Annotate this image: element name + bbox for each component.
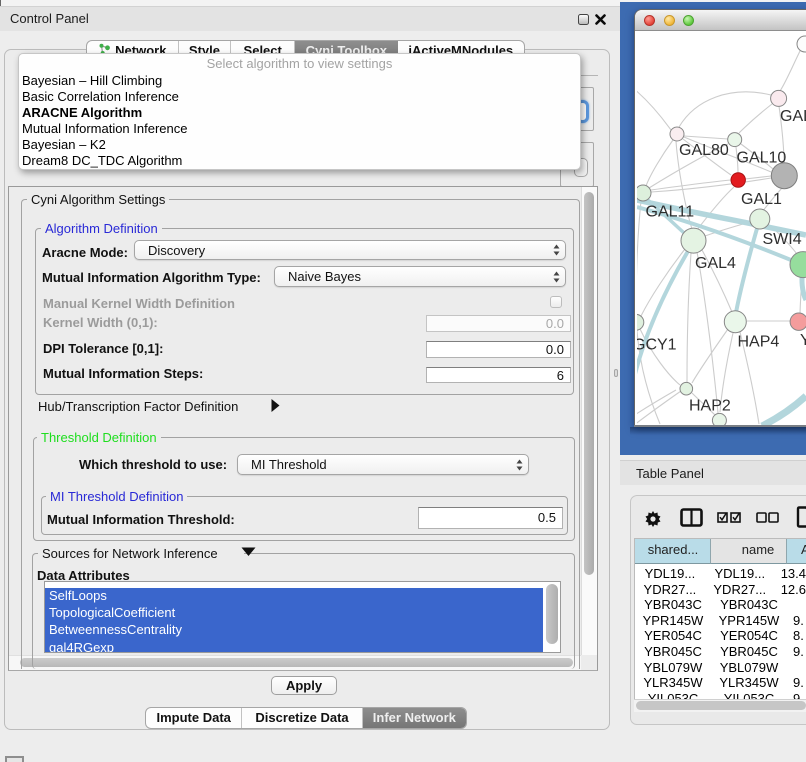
svg-text:GAL4: GAL4 <box>695 255 736 272</box>
svg-text:YJ: YJ <box>800 332 806 349</box>
svg-text:GAL80: GAL80 <box>679 142 729 159</box>
svg-text:GAL2: GAL2 <box>780 108 806 125</box>
svg-text:HAP4: HAP4 <box>738 334 780 351</box>
svg-text:GAL11: GAL11 <box>646 204 695 221</box>
svg-text:HAP2: HAP2 <box>689 398 731 415</box>
svg-text:GAL1: GAL1 <box>741 191 782 208</box>
svg-text:GAL10: GAL10 <box>737 150 787 167</box>
svg-text:GCY1: GCY1 <box>637 337 677 354</box>
svg-text:SWI4: SWI4 <box>763 231 802 248</box>
